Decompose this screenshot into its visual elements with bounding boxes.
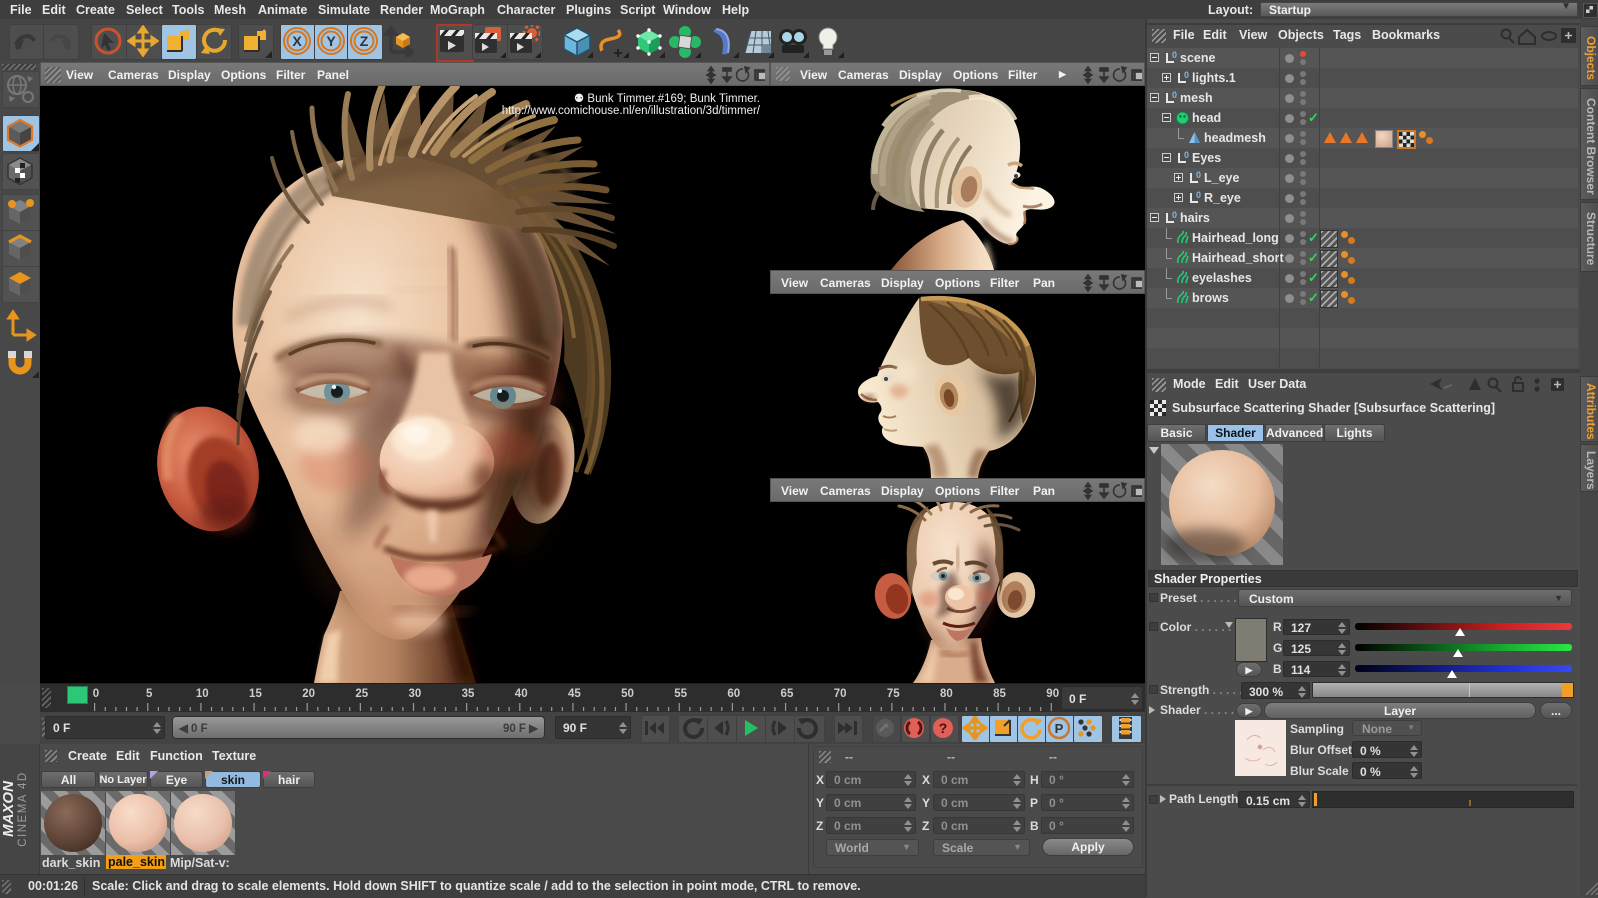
svg-text:10: 10	[196, 688, 209, 700]
svg-text:5: 5	[146, 688, 153, 700]
svg-text:0: 0	[1172, 90, 1177, 100]
svg-text:45: 45	[568, 688, 581, 700]
svg-text:60: 60	[727, 688, 740, 700]
svg-text:80: 80	[940, 688, 953, 700]
svg-text:75: 75	[887, 688, 900, 700]
svg-text:35: 35	[462, 688, 475, 700]
svg-text:85: 85	[993, 688, 1006, 700]
svg-text:0: 0	[1172, 50, 1177, 60]
svg-text:?: ?	[939, 720, 948, 736]
svg-text:Y: Y	[326, 33, 336, 49]
svg-text:50: 50	[621, 688, 634, 700]
svg-text:15: 15	[249, 688, 262, 700]
svg-text:90: 90	[1046, 688, 1059, 700]
svg-text:0: 0	[93, 688, 99, 700]
svg-text:X: X	[292, 33, 302, 49]
svg-text:0: 0	[1184, 70, 1189, 80]
svg-text:55: 55	[674, 688, 687, 700]
svg-text:Z: Z	[360, 33, 369, 49]
svg-text:40: 40	[515, 688, 528, 700]
svg-text:30: 30	[409, 688, 422, 700]
svg-text:0: 0	[1196, 170, 1201, 180]
svg-text:20: 20	[302, 688, 315, 700]
svg-text:0: 0	[1184, 150, 1189, 160]
svg-text:25: 25	[355, 688, 368, 700]
svg-text:0: 0	[1196, 190, 1201, 200]
svg-text:P: P	[1055, 721, 1064, 736]
svg-text:0: 0	[1172, 210, 1177, 220]
svg-text:70: 70	[834, 688, 847, 700]
svg-text:65: 65	[781, 688, 794, 700]
